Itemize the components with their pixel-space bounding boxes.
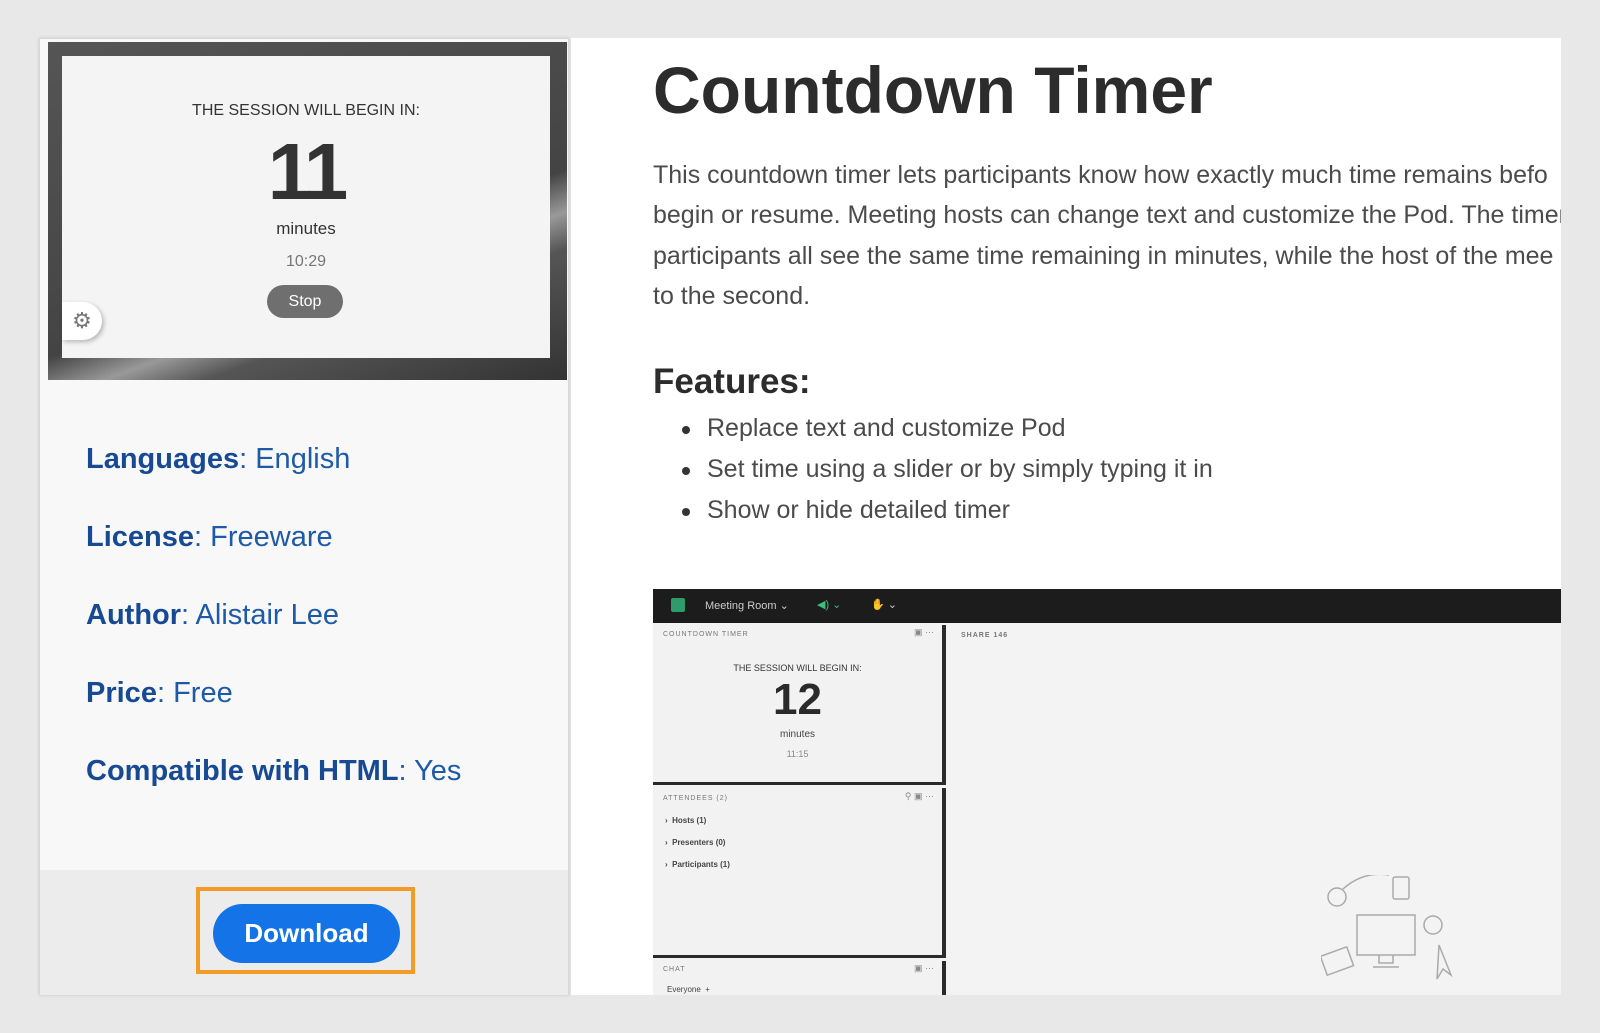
pod-title: CHAT: [663, 966, 686, 973]
pod-time: 11:15: [786, 749, 809, 759]
description-line: participants all see the same time remai…: [653, 242, 1554, 270]
preview-minutes-value: 11: [267, 127, 349, 216]
download-area: Download: [40, 870, 568, 995]
features-heading: Features:: [653, 362, 811, 401]
share-illustration-icon: [1321, 875, 1453, 980]
search-icon: ⚲ ▣ ···: [904, 791, 934, 801]
gear-icon: ⚙: [62, 302, 102, 340]
share-pod: SHARE 146: [951, 625, 1561, 995]
pod-minutes-value: 12: [773, 675, 822, 724]
attendees-pod: ATTENDEES (2) ⚲ ▣ ··· › Hosts (1) › Pres…: [653, 788, 946, 958]
meeting-room-screenshot: Meeting Room ⌄ ◀) ⌄ ✋ ⌄ COUNTDOWN TIMER …: [653, 589, 1561, 995]
info-value: Yes: [414, 755, 462, 787]
timer-preview-image: THE SESSION WILL BEGIN IN: 11 minutes 10…: [48, 42, 567, 380]
download-button[interactable]: Download: [213, 904, 400, 963]
info-compatible-html: Compatible with HTML: Yes: [86, 755, 462, 787]
room-menu: Meeting Room ⌄: [705, 600, 789, 612]
more-icon: ▣ ···: [914, 627, 934, 637]
chat-target-label: Everyone: [667, 985, 701, 994]
preview-heading: THE SESSION WILL BEGIN IN:: [192, 102, 420, 119]
info-value: English: [255, 443, 351, 475]
attendee-group: › Presenters (0): [665, 838, 726, 847]
timer-preview-pod: THE SESSION WILL BEGIN IN: 11 minutes 10…: [62, 56, 550, 358]
main-content: Countdown Timer This countdown timer let…: [571, 38, 1561, 995]
group-label: Participants (1): [672, 860, 730, 869]
description-line: This countdown timer lets participants k…: [653, 161, 1548, 189]
info-label: Author: [86, 599, 182, 631]
pod-title: SHARE 146: [961, 632, 1009, 639]
download-highlight: Download: [196, 887, 415, 974]
info-label: License: [86, 521, 194, 553]
preview-stop-button: Stop: [267, 285, 343, 318]
speaker-icon: ◀) ⌄: [817, 599, 842, 611]
info-license: License: Freeware: [86, 521, 333, 553]
chat-pod: CHAT ▣ ··· Everyone +: [653, 961, 946, 995]
info-value: Freeware: [210, 521, 333, 553]
meeting-toolbar: Meeting Room ⌄ ◀) ⌄ ✋ ⌄: [653, 589, 1561, 623]
app-logo-icon: [671, 598, 685, 612]
preview-time: 10:29: [285, 253, 327, 270]
info-label: Compatible with HTML: [86, 755, 399, 787]
countdown-pod: COUNTDOWN TIMER ▣ ··· THE SESSION WILL B…: [653, 625, 946, 785]
attendee-group: › Participants (1): [665, 860, 730, 869]
page-title: Countdown Timer: [653, 53, 1213, 127]
feature-item: Set time using a slider or by simply typ…: [682, 455, 1213, 483]
feature-item: Show or hide detailed timer: [682, 496, 1010, 524]
chat-target: Everyone +: [667, 985, 710, 994]
info-value: Alistair Lee: [195, 599, 340, 631]
attendee-group: › Hosts (1): [665, 816, 707, 825]
description-line: begin or resume. Meeting hosts can chang…: [653, 201, 1561, 229]
group-label: Presenters (0): [672, 838, 726, 847]
preview-minutes-label: minutes: [276, 219, 336, 238]
info-author: Author: Alistair Lee: [86, 599, 340, 631]
info-languages: Languages: English: [86, 443, 351, 475]
pod-title: COUNTDOWN TIMER: [663, 631, 749, 638]
pod-minutes-label: minutes: [779, 729, 815, 740]
group-label: Hosts (1): [672, 816, 707, 825]
pod-title: ATTENDEES (2): [663, 795, 728, 802]
info-price: Price: Free: [86, 677, 233, 709]
feature-item: Replace text and customize Pod: [682, 414, 1066, 442]
info-label: Price: [86, 677, 157, 709]
room-label: Meeting Room: [705, 600, 777, 612]
info-value: Free: [173, 677, 233, 709]
pod-info-card: THE SESSION WILL BEGIN IN: 11 minutes 10…: [39, 38, 569, 995]
raise-hand-icon: ✋ ⌄: [871, 599, 897, 611]
more-icon: ▣ ···: [914, 963, 934, 973]
pod-heading: THE SESSION WILL BEGIN IN:: [733, 663, 862, 673]
description-line: to the second.: [653, 282, 811, 310]
info-label: Languages: [86, 443, 240, 475]
